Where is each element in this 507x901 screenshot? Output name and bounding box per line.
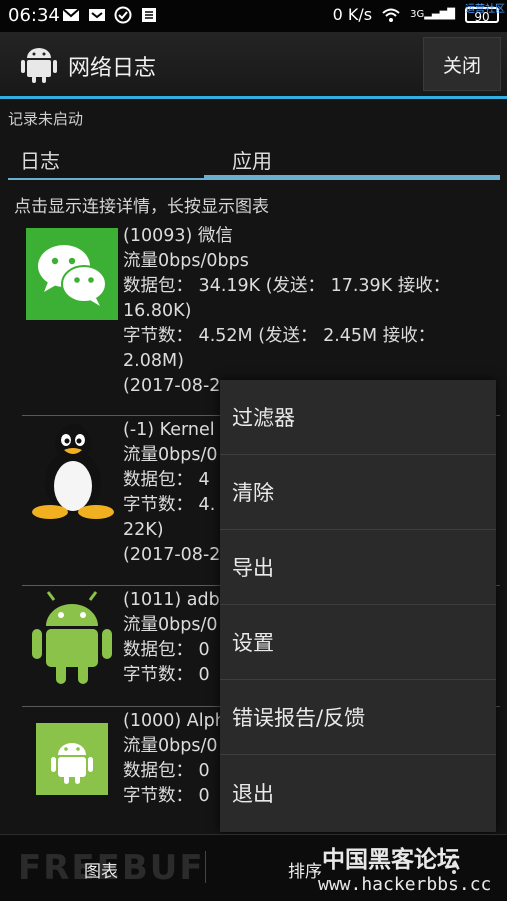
overflow-menu: 过滤器 清除 导出 设置 错误报告/反馈 退出 [220,380,496,832]
watermark-top: 运营社区 [465,4,505,15]
tab-active-indicator [204,175,500,180]
bottom-divider [205,851,206,883]
status-time: 06:34 [8,5,60,26]
close-button[interactable]: 关闭 [423,37,501,91]
wifi-icon [382,8,400,22]
android-icon [32,591,112,684]
menu-item-export[interactable]: 导出 [220,530,496,605]
message-icon [89,9,105,21]
app-traffic: 流量0bps/0bps [123,251,249,271]
wechat-icon [26,228,118,320]
forum-name-watermark: 中国黑客论坛 [322,847,460,873]
app-name: (10093) 微信 [123,226,233,246]
log-status: 记录未启动 [8,110,84,128]
tab-apps[interactable]: 应用 [232,140,272,178]
menu-item-clear[interactable]: 清除 [220,455,496,530]
app-title: 网络日志 [68,56,157,81]
tab-log[interactable]: 日志 [20,140,60,178]
network-speed: 0 K/s [332,5,373,24]
linux-tux-icon [32,424,114,519]
action-bar: 网络日志 关闭 [0,32,507,96]
status-bar: 06:34 0 K/s 3G▂▄▆█ 90 运营社区 [0,0,507,32]
mail-icon [62,8,80,21]
hint-text: 点击显示连接详情，长按显示图表 [14,197,269,217]
tab-bar: 日志 应用 [8,140,500,182]
document-icon [142,8,156,22]
sort-button[interactable]: 排序 [288,857,322,882]
forum-url-watermark: www.hackerbbs.cc [318,874,492,895]
menu-item-exit[interactable]: 退出 [220,755,496,830]
menu-item-filter[interactable]: 过滤器 [220,380,496,455]
app-packets: 数据包： 34.19K (发送： 17.39K 接收： 16.80K) [123,276,451,321]
freebuf-watermark: FREEBUF [18,848,205,888]
android-system-icon [36,723,108,795]
signal-icon: 3G▂▄▆█ [410,9,455,20]
check-circle-icon [114,6,132,24]
app-bytes: 字节数： 4.52M (发送： 2.45M 接收： 2.08M) [123,326,436,371]
menu-item-settings[interactable]: 设置 [220,605,496,680]
action-bar-divider [0,96,507,99]
notification-icons [62,6,158,24]
signal-label: 3G [410,9,425,20]
menu-item-bug-report[interactable]: 错误报告/反馈 [220,680,496,755]
android-app-icon [21,48,57,83]
